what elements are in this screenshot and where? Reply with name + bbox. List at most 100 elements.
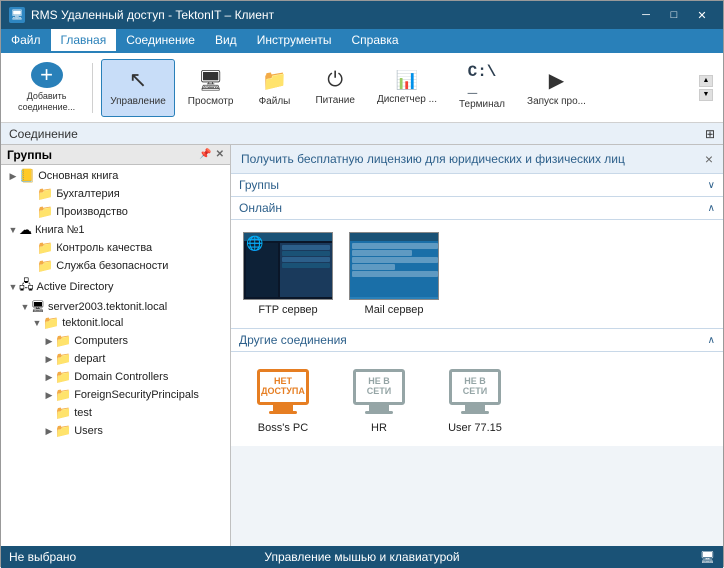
ftp-thumbnail: 🌐 <box>243 232 333 300</box>
cloud-icon: ☁ <box>19 222 32 238</box>
user77-label: User 77.15 <box>448 422 502 434</box>
files-label: Файлы <box>259 96 291 108</box>
power-label: Питание <box>315 95 354 107</box>
section-other[interactable]: Другие соединения ∧ <box>231 329 723 352</box>
tree-item-test[interactable]: 📁 test <box>1 404 230 422</box>
connection-card-hr[interactable]: НЕ ВСЕТИ HR <box>335 360 423 438</box>
folder-icon-pro: 📁 <box>37 204 53 220</box>
tree-item-control[interactable]: 📁 Контроль качества <box>1 239 230 257</box>
status-right: 🖥 <box>539 550 716 564</box>
cursor-icon: ↖ <box>129 67 147 93</box>
groups-chevron: ∨ <box>708 180 715 191</box>
ribbon: + Добавитьсоединение... ↖ Управление 🖥 П… <box>1 53 723 123</box>
menu-file[interactable]: Файл <box>1 29 51 53</box>
folder-icon-tek: 📁 <box>43 315 59 331</box>
toggle-buhgalteriya <box>27 188 37 200</box>
toggle-security <box>27 260 37 272</box>
tree-item-buhgalteriya[interactable]: 📁 Бухгалтерия <box>1 185 230 203</box>
toggle-server[interactable]: ▼ <box>19 301 31 313</box>
ribbon-scroll-down[interactable]: ▼ <box>699 89 713 101</box>
tree-item-proizvodstvo[interactable]: 📁 Производство <box>1 203 230 221</box>
maximize-button[interactable]: □ <box>661 5 687 25</box>
toggle-depart[interactable]: ▶ <box>43 353 55 365</box>
folder-icon-for: 📁 <box>55 387 71 403</box>
connection-card-ftp[interactable]: 🌐 FTP сервер <box>239 228 337 320</box>
tree-item-users[interactable]: ▶ 📁 Users <box>1 422 230 440</box>
toggle-domcontrollers[interactable]: ▶ <box>43 371 55 383</box>
other-connections: НЕТДОСТУПА Boss's PC НЕ ВСЕТИ <box>231 352 723 446</box>
tree-item-security[interactable]: 📁 Служба безопасности <box>1 257 230 275</box>
terminal-button[interactable]: C:\_ Терминал <box>450 59 514 117</box>
tree-item-osnovnaya[interactable]: ▶ 📒 Основная книга <box>1 167 230 185</box>
tree-item-computers[interactable]: ▶ 📁 Computers <box>1 332 230 350</box>
toggle-tektonit[interactable]: ▼ <box>31 317 43 329</box>
label-test: test <box>74 407 92 419</box>
banner-close-button[interactable]: × <box>705 151 713 167</box>
ribbon-scroll-up[interactable]: ▲ <box>699 75 713 87</box>
toggle-control <box>27 242 37 254</box>
folder-icon-test: 📁 <box>55 405 71 421</box>
tree-item-server[interactable]: ▼ 🖥 server2003.tektonit.local <box>1 299 230 314</box>
label-buhgalteriya: Бухгалтерия <box>56 188 120 200</box>
toggle-test <box>43 407 55 419</box>
menu-connection[interactable]: Соединение <box>116 29 205 53</box>
status-icon: 🖥 <box>700 550 715 564</box>
terminal-label: Терминал <box>459 99 505 111</box>
menu-view[interactable]: Вид <box>205 29 247 53</box>
toggle-users[interactable]: ▶ <box>43 425 55 437</box>
label-control: Контроль качества <box>56 242 152 254</box>
menu-tools[interactable]: Инструменты <box>247 29 342 53</box>
folder-icon-comp: 📁 <box>55 333 71 349</box>
section-other-label: Другие соединения <box>239 333 347 347</box>
section-online[interactable]: Онлайн ∧ <box>231 197 723 220</box>
window-controls: ─ □ ✕ <box>633 5 715 25</box>
banner: Получить бесплатную лицензию для юридиче… <box>231 145 723 174</box>
manage-button[interactable]: ↖ Управление <box>101 59 175 117</box>
tree-item-kniga1[interactable]: ▼ ☁ Книга №1 <box>1 221 230 239</box>
tree-item-activedir[interactable]: ▼ 🖧 Active Directory <box>1 275 230 299</box>
menu-help[interactable]: Справка <box>342 29 409 53</box>
folder-icon-buh: 📁 <box>37 186 53 202</box>
label-activedir: Active Directory <box>37 281 114 293</box>
book-icon: 📒 <box>19 168 35 184</box>
toggle-activedir[interactable]: ▼ <box>7 281 19 293</box>
mail-label: Mail сервер <box>365 304 424 316</box>
title-bar: 🖥 RMS Удаленный доступ - TektonIT – Клие… <box>1 1 723 29</box>
close-button[interactable]: ✕ <box>689 5 715 25</box>
minimize-button[interactable]: ─ <box>633 5 659 25</box>
left-panel: Группы 📌 ✕ ▶ 📒 Основная книга 📁 Бухгалте… <box>1 145 231 546</box>
connection-card-user77[interactable]: НЕ ВСЕТИ User 77.15 <box>431 360 519 438</box>
add-icon: + <box>31 62 63 88</box>
online-connections: 🌐 FTP сервер <box>231 220 723 329</box>
launch-button[interactable]: ▶ Запуск про... <box>518 59 595 117</box>
tree-item-foreignsec[interactable]: ▶ 📁 ForeignSecurityPrincipals <box>1 386 230 404</box>
panel-close-icon[interactable]: ✕ <box>216 149 224 160</box>
connection-expand-icon[interactable]: ⊞ <box>705 127 715 141</box>
menu-home[interactable]: Главная <box>51 29 117 53</box>
toggle-computers[interactable]: ▶ <box>43 335 55 347</box>
left-panel-header: Группы 📌 ✕ <box>1 145 230 165</box>
pin-icon[interactable]: 📌 <box>199 149 211 160</box>
label-computers: Computers <box>74 335 128 347</box>
tree-item-tektonit[interactable]: ▼ 📁 tektonit.local <box>1 314 230 332</box>
view-button[interactable]: 🖥 Просмотр <box>179 59 243 117</box>
label-tektonit: tektonit.local <box>62 317 123 329</box>
toggle-kniga1[interactable]: ▼ <box>7 224 19 236</box>
add-connection-button[interactable]: + Добавитьсоединение... <box>9 59 84 117</box>
files-button[interactable]: 📁 Файлы <box>246 59 302 117</box>
user77-icon-wrap: НЕ ВСЕТИ <box>439 364 511 418</box>
tree-item-domcontrollers[interactable]: ▶ 📁 Domain Controllers <box>1 368 230 386</box>
toggle-osnovnaya[interactable]: ▶ <box>7 170 19 182</box>
groups-title: Группы <box>7 148 52 162</box>
connection-card-boss[interactable]: НЕТДОСТУПА Boss's PC <box>239 360 327 438</box>
label-users: Users <box>74 425 103 437</box>
tree-item-depart[interactable]: ▶ 📁 depart <box>1 350 230 368</box>
power-button[interactable]: ⏻ Питание <box>306 59 363 117</box>
toggle-foreignsec[interactable]: ▶ <box>43 389 55 401</box>
section-groups[interactable]: Группы ∨ <box>231 174 723 197</box>
taskmanager-button[interactable]: 📊 Диспетчер ... <box>368 59 446 117</box>
connection-card-mail[interactable]: Mail сервер <box>345 228 443 320</box>
power-icon: ⏻ <box>327 69 343 92</box>
section-groups-label: Группы <box>239 178 279 192</box>
main-area: Группы 📌 ✕ ▶ 📒 Основная книга 📁 Бухгалте… <box>1 145 723 546</box>
